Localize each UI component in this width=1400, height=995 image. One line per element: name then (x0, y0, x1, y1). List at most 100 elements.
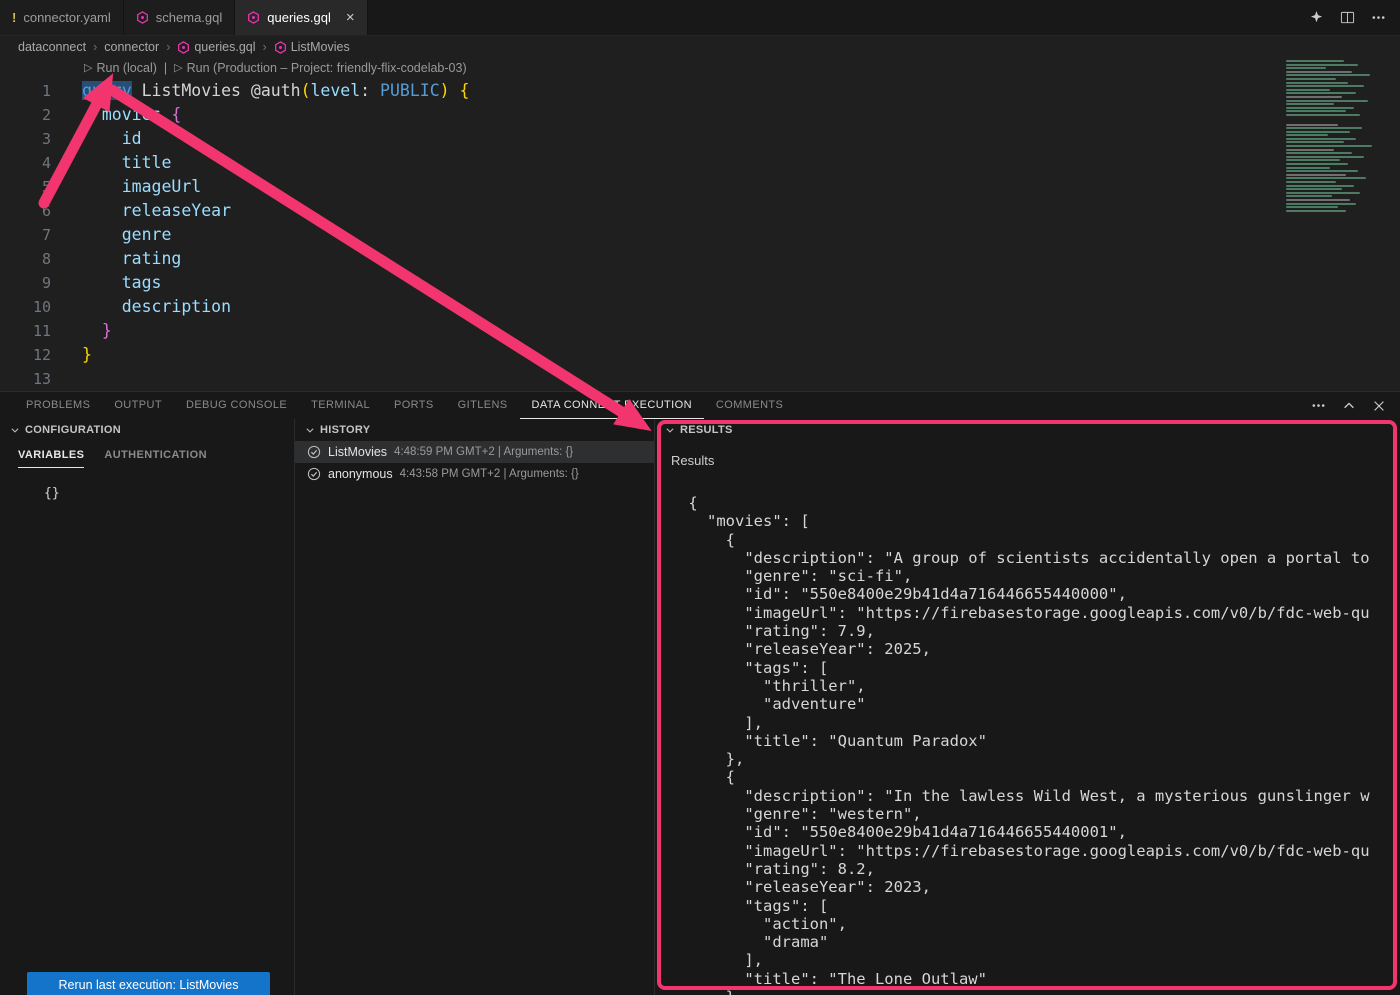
history-item[interactable]: ListMovies 4:48:59 PM GMT+2 | Arguments: … (295, 441, 654, 463)
configuration-title: CONFIGURATION (25, 424, 121, 436)
more-icon[interactable] (1311, 398, 1326, 413)
results-heading: Results (671, 453, 1400, 468)
tab-label: schema.gql (156, 10, 222, 25)
minimap[interactable] (1283, 60, 1400, 390)
run-production-label: Run (Production – Project: friendly-flix… (187, 58, 467, 79)
play-icon: ▷ (84, 58, 92, 79)
results-json[interactable]: { "movies": [ { "description": "A group … (655, 494, 1400, 995)
json-line: "rating": 8.2, (679, 860, 1400, 878)
panel-tab-comments[interactable]: COMMENTS (704, 392, 795, 419)
minimap-line (1286, 141, 1344, 143)
check-circle-icon (307, 467, 321, 481)
panel-body: CONFIGURATION VARIABLES AUTHENTICATION {… (0, 419, 1400, 995)
minimap-line (1286, 67, 1326, 69)
codelens: ▷ Run (local) | ▷ Run (Production – Proj… (0, 58, 1400, 79)
configuration-header[interactable]: CONFIGURATION (0, 419, 294, 441)
json-line: "adventure" (679, 695, 1400, 713)
run-local-link[interactable]: ▷ Run (local) (84, 58, 157, 79)
minimap-line (1286, 167, 1330, 169)
panel-tab-output[interactable]: OUTPUT (102, 392, 174, 419)
line-number: 6 (0, 199, 62, 223)
history-header[interactable]: HISTORY (295, 419, 654, 441)
tab-queries.gql[interactable]: queries.gql× (235, 0, 367, 35)
history-item-meta: 4:48:59 PM GMT+2 | Arguments: {} (394, 446, 573, 458)
chevron-up-icon[interactable] (1342, 398, 1356, 413)
split-editor-icon[interactable] (1340, 10, 1355, 25)
panel-tab-gitlens[interactable]: GITLENS (446, 392, 520, 419)
breadcrumb-item-dataconnect[interactable]: dataconnect (18, 40, 86, 54)
rerun-button[interactable]: Rerun last execution: ListMovies (27, 972, 270, 995)
minimap-line (1286, 174, 1346, 176)
minimap-line (1286, 127, 1362, 129)
sparkle-icon[interactable] (1309, 10, 1324, 25)
minimap-line (1286, 145, 1372, 147)
minimap-line (1286, 131, 1350, 133)
json-line: "imageUrl": "https://firebasestorage.goo… (679, 842, 1400, 860)
json-line: ], (679, 714, 1400, 732)
json-line: "description": "A group of scientists ac… (679, 549, 1400, 567)
minimap-line (1286, 64, 1358, 66)
panel-tab-debug-console[interactable]: DEBUG CONSOLE (174, 392, 299, 419)
run-production-link[interactable]: ▷ Run (Production – Project: friendly-fl… (174, 58, 466, 79)
configuration-tabs: VARIABLES AUTHENTICATION (0, 449, 294, 468)
minimap-line (1286, 181, 1336, 183)
panel-tab-terminal[interactable]: TERMINAL (299, 392, 382, 419)
minimap-line (1286, 134, 1328, 136)
variables-value[interactable]: {} (44, 486, 294, 501)
panel-tab-ports[interactable]: PORTS (382, 392, 446, 419)
editor-line: 8 rating (0, 247, 1400, 271)
graphql-icon (274, 41, 287, 54)
close-icon[interactable] (1372, 398, 1386, 413)
tab-variables[interactable]: VARIABLES (18, 449, 84, 468)
breadcrumb-label: ListMovies (291, 40, 350, 54)
results-section: RESULTS Results { "movies": [ { "descrip… (655, 419, 1400, 995)
code-text: id (62, 127, 142, 151)
panel-tab-problems[interactable]: PROBLEMS (14, 392, 102, 419)
breadcrumb-item-connector[interactable]: connector (104, 40, 159, 54)
code-editor[interactable]: ▷ Run (local) | ▷ Run (Production – Proj… (0, 58, 1400, 392)
editor-line: 3 id (0, 127, 1400, 151)
breadcrumb-item-queries.gql[interactable]: queries.gql (177, 40, 255, 54)
editor-lines: 1query ListMovies @auth(level: PUBLIC) {… (0, 79, 1400, 391)
json-line: "id": "550e8400e29b41d4a716446655440000"… (679, 585, 1400, 603)
code-text: releaseYear (62, 199, 231, 223)
json-line: "description": "In the lawless Wild West… (679, 787, 1400, 805)
minimap-line (1286, 163, 1348, 165)
minimap-line (1286, 199, 1350, 201)
code-text: tags (62, 271, 162, 295)
line-number: 8 (0, 247, 62, 271)
editor-line: 2 movies { (0, 103, 1400, 127)
json-line: "genre": "western", (679, 805, 1400, 823)
warning-icon: ! (12, 10, 16, 25)
panel-tab-bar: PROBLEMSOUTPUTDEBUG CONSOLETERMINALPORTS… (0, 392, 1400, 419)
chevron-down-icon (10, 425, 20, 435)
json-line: "action", (679, 915, 1400, 933)
minimap-line (1286, 185, 1354, 187)
chevron-down-icon (305, 425, 315, 435)
code-text: description (62, 295, 231, 319)
tab-authentication[interactable]: AUTHENTICATION (104, 449, 207, 468)
breadcrumb-item-ListMovies[interactable]: ListMovies (274, 40, 350, 54)
minimap-line (1286, 82, 1348, 84)
line-number: 11 (0, 319, 62, 343)
json-line: "tags": [ (679, 659, 1400, 677)
editor-line: 5 imageUrl (0, 175, 1400, 199)
history-item[interactable]: anonymous4:43:58 PM GMT+2 | Arguments: {… (295, 463, 654, 485)
panel-tab-data-connect-execution[interactable]: DATA CONNECT EXECUTION (520, 392, 704, 419)
json-line: "releaseYear": 2025, (679, 640, 1400, 658)
code-text (62, 367, 82, 391)
editor-line: 11 } (0, 319, 1400, 343)
minimap-line (1286, 74, 1370, 76)
history-section: HISTORY ListMovies 4:48:59 PM GMT+2 | Arg… (295, 419, 655, 995)
close-icon[interactable]: × (346, 9, 355, 26)
json-line: "genre": "sci-fi", (679, 567, 1400, 585)
code-text: rating (62, 247, 181, 271)
tab-connector.yaml[interactable]: !connector.yaml (0, 0, 124, 35)
history-item-name: ListMovies (328, 445, 387, 459)
results-header[interactable]: RESULTS (655, 419, 1400, 441)
line-number: 1 (0, 79, 62, 103)
tab-schema.gql[interactable]: schema.gql (124, 0, 235, 35)
minimap-line (1286, 103, 1334, 105)
minimap-line (1286, 100, 1368, 102)
more-icon[interactable] (1371, 10, 1386, 25)
